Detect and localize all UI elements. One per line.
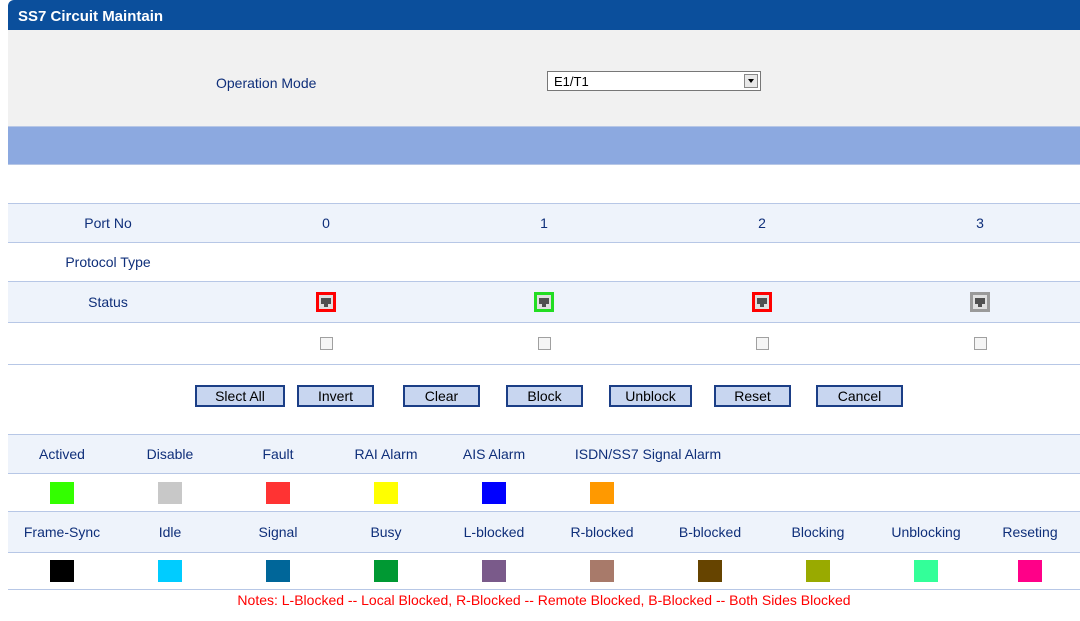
legend-swatch-rai-alarm	[374, 481, 398, 504]
legend-label-fault: Fault	[262, 446, 294, 462]
operation-mode-area: Operation Mode E1/T1	[8, 30, 1080, 127]
action-buttons: Slect All Invert Clear Block Unblock Res…	[8, 365, 1080, 423]
port-no-row: Port No 0 1 2 3	[8, 204, 1080, 243]
port-status-icon	[316, 292, 336, 312]
operation-mode-label: Operation Mode	[216, 75, 317, 91]
legend-swatch-frame-sync	[50, 560, 74, 582]
legend-swatch-disable	[158, 481, 182, 504]
panel-title: SS7 Circuit Maintain	[8, 0, 1080, 30]
legend-swatch-busy	[374, 560, 398, 582]
status-label: Status	[88, 294, 128, 310]
alarm-legend-swatches	[8, 474, 1080, 512]
operation-mode-value: E1/T1	[554, 74, 589, 89]
port-number-2: 2	[758, 215, 766, 231]
blank-row	[8, 165, 1080, 204]
port-checkbox-0[interactable]	[319, 337, 333, 350]
legend-label-idle: Idle	[158, 524, 182, 540]
legend-label-b-blocked: B-blocked	[678, 524, 742, 540]
legend-label-r-blocked: R-blocked	[570, 524, 634, 540]
status-legend: Actived Disable Fault RAI Alarm AIS Alar…	[8, 434, 1080, 590]
select-all-button[interactable]: Slect All	[195, 385, 285, 407]
legend-swatch-reseting	[1018, 560, 1042, 582]
legend-label-signal: Signal	[258, 524, 298, 540]
state-legend-swatches	[8, 553, 1080, 590]
port-number-1: 1	[540, 215, 548, 231]
status-row: Status	[8, 282, 1080, 323]
clear-button[interactable]: Clear	[403, 385, 480, 407]
ss7-circuit-panel: SS7 Circuit Maintain Operation Mode E1/T…	[8, 0, 1080, 621]
port-status-icon	[534, 292, 554, 312]
legend-swatch-signal-alarm	[590, 481, 614, 504]
legend-swatch-idle	[158, 560, 182, 582]
legend-label-rai-alarm: RAI Alarm	[354, 446, 418, 462]
legend-label-disable: Disable	[146, 446, 194, 462]
alarm-legend-labels: Actived Disable Fault RAI Alarm AIS Alar…	[8, 434, 1080, 474]
legend-swatch-blocking	[806, 560, 830, 582]
legend-label-l-blocked: L-blocked	[463, 524, 525, 540]
legend-label-signal-alarm: ISDN/SS7 Signal Alarm	[574, 446, 722, 462]
legend-label-busy: Busy	[370, 524, 402, 540]
legend-swatch-r-blocked	[590, 560, 614, 582]
operation-mode-select[interactable]: E1/T1	[547, 71, 761, 91]
port-status-icon	[970, 292, 990, 312]
protocol-type-label: Protocol Type	[65, 254, 151, 270]
block-button[interactable]: Block	[506, 385, 583, 407]
port-select-row	[8, 323, 1080, 365]
port-checkbox-1[interactable]	[537, 337, 551, 350]
section-header-band	[8, 127, 1080, 165]
port-number-3: 3	[976, 215, 984, 231]
legend-swatch-signal	[266, 560, 290, 582]
legend-notes: Notes: L-Blocked -- Local Blocked, R-Blo…	[237, 592, 851, 608]
legend-swatch-b-blocked	[698, 560, 722, 582]
legend-label-actived: Actived	[39, 446, 85, 462]
legend-swatch-fault	[266, 481, 290, 504]
legend-label-unblocking: Unblocking	[891, 524, 961, 540]
legend-swatch-actived	[50, 481, 74, 504]
legend-label-ais-alarm: AIS Alarm	[462, 446, 526, 462]
protocol-type-row: Protocol Type	[8, 243, 1080, 282]
port-checkbox-3[interactable]	[973, 337, 987, 350]
invert-button[interactable]: Invert	[297, 385, 374, 407]
legend-label-reseting: Reseting	[1002, 524, 1058, 540]
port-status-icon	[752, 292, 772, 312]
cancel-button[interactable]: Cancel	[816, 385, 903, 407]
chevron-down-icon[interactable]	[744, 74, 758, 88]
reset-button[interactable]: Reset	[714, 385, 791, 407]
unblock-button[interactable]: Unblock	[609, 385, 692, 407]
legend-label-frame-sync: Frame-Sync	[23, 524, 101, 540]
legend-label-blocking: Blocking	[791, 524, 845, 540]
legend-swatch-l-blocked	[482, 560, 506, 582]
port-checkbox-2[interactable]	[755, 337, 769, 350]
legend-swatch-ais-alarm	[482, 481, 506, 504]
port-number-0: 0	[322, 215, 330, 231]
state-legend-labels: Frame-Sync Idle Signal Busy L-blocked R-…	[8, 512, 1080, 553]
port-no-label: Port No	[84, 215, 132, 231]
legend-swatch-unblocking	[914, 560, 938, 582]
